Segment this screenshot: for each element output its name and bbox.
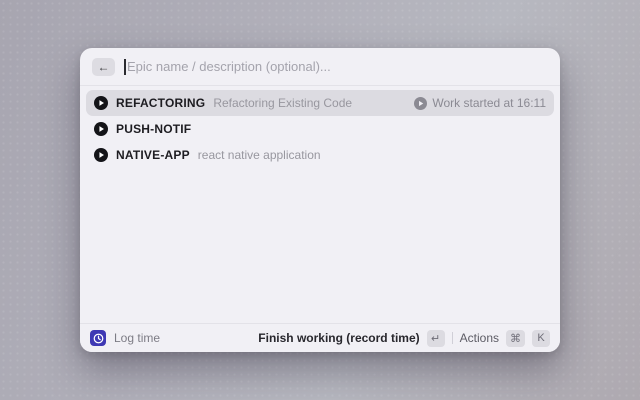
log-time-app-icon bbox=[90, 330, 106, 346]
footer-divider bbox=[452, 332, 453, 344]
text-caret bbox=[124, 59, 126, 75]
list-item-native-app[interactable]: NATIVE-APP react native application bbox=[86, 142, 554, 168]
back-arrow-icon: ← bbox=[98, 61, 110, 73]
search-bar: ← bbox=[80, 48, 560, 85]
cmd-key-badge[interactable]: ⌘ bbox=[506, 330, 525, 347]
list-item-title: REFACTORING bbox=[116, 96, 205, 110]
k-key-badge[interactable]: K bbox=[532, 330, 550, 347]
list-item-subtitle: react native application bbox=[198, 148, 321, 162]
footer-actions: Finish working (record time) ↵ Actions ⌘… bbox=[258, 330, 550, 347]
list-item-accessory: Work started at 16:11 bbox=[414, 96, 546, 110]
work-started-label: Work started at 16:11 bbox=[432, 96, 546, 110]
command-palette-window: ← REFACTORING Refactoring Existing Code … bbox=[80, 48, 560, 352]
footer-bar: Log time Finish working (record time) ↵ … bbox=[80, 323, 560, 352]
epic-list: REFACTORING Refactoring Existing Code Wo… bbox=[80, 86, 560, 323]
list-item-title: NATIVE-APP bbox=[116, 148, 190, 162]
extension-title: Log time bbox=[114, 331, 160, 345]
clock-icon bbox=[93, 333, 104, 344]
primary-action-label[interactable]: Finish working (record time) bbox=[258, 331, 419, 345]
play-icon bbox=[94, 148, 108, 162]
list-item-push-notif[interactable]: PUSH-NOTIF bbox=[86, 116, 554, 142]
play-icon bbox=[94, 96, 108, 110]
play-icon bbox=[94, 122, 108, 136]
search-input[interactable] bbox=[127, 59, 548, 74]
back-button[interactable]: ← bbox=[92, 58, 115, 76]
actions-menu-label[interactable]: Actions bbox=[460, 331, 499, 345]
work-started-play-icon bbox=[414, 97, 427, 110]
list-item-refactoring[interactable]: REFACTORING Refactoring Existing Code Wo… bbox=[86, 90, 554, 116]
list-item-title: PUSH-NOTIF bbox=[116, 122, 191, 136]
list-item-subtitle: Refactoring Existing Code bbox=[213, 96, 352, 110]
enter-key-badge[interactable]: ↵ bbox=[427, 330, 445, 347]
